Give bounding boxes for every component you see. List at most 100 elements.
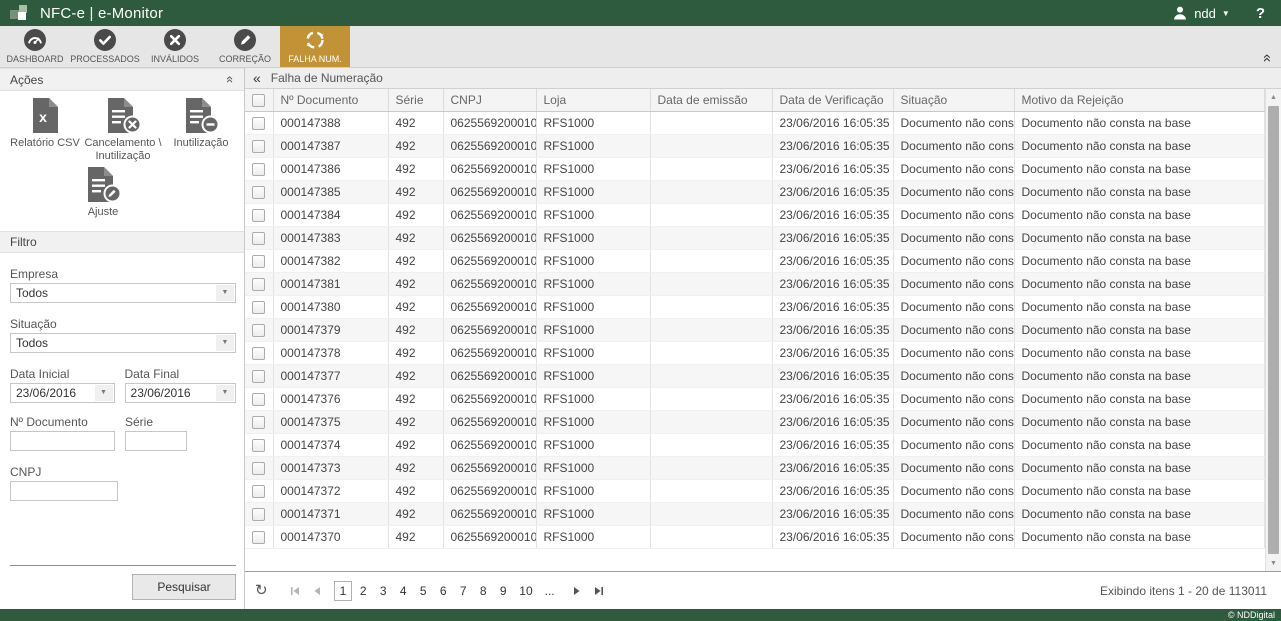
tab-falha-num[interactable]: FALHA NUM. [280,26,350,67]
row-checkbox[interactable] [252,393,265,406]
page-number-button[interactable]: 9 [494,582,512,600]
page-number-button[interactable]: 7 [454,582,472,600]
cell-cnpj: 06255692000103 [443,249,536,272]
pesquisar-button[interactable]: Pesquisar [132,574,236,600]
row-checkbox[interactable] [252,186,265,199]
row-checkbox[interactable] [252,370,265,383]
page-number-button[interactable]: 10 [514,582,537,600]
num-documento-input[interactable] [10,431,115,451]
row-checkbox[interactable] [252,209,265,222]
tab-invalidos[interactable]: INVÁLIDOS [140,26,210,67]
help-button[interactable]: ? [1256,5,1265,22]
table-row[interactable]: 00014738349206255692000103RFS100023/06/2… [245,226,1265,249]
row-checkbox[interactable] [252,439,265,452]
collapse-actions-icon[interactable]: « [223,76,238,83]
serie-input[interactable] [125,431,187,451]
page-number-button[interactable]: 2 [354,582,372,600]
collapse-tabstrip-icon[interactable]: « [1258,54,1276,62]
table-row[interactable]: 00014738549206255692000103RFS100023/06/2… [245,180,1265,203]
tab-processados[interactable]: PROCESSADOS [70,26,140,67]
empresa-label: Empresa [10,267,236,281]
table-row[interactable]: 00014738849206255692000103RFS100023/06/2… [245,111,1265,134]
column-header[interactable]: Loja [536,89,650,111]
column-header[interactable]: Série [388,89,443,111]
row-checkbox[interactable] [252,324,265,337]
vertical-scrollbar[interactable]: ▲ ▼ [1265,89,1281,571]
cancelamento-inutilizacao-button[interactable]: Cancelamento \ Inutilização [84,97,162,162]
tab-correcao[interactable]: CORREÇÃO [210,26,280,67]
check-circle-icon [94,29,116,51]
page-number-button[interactable]: 4 [394,582,412,600]
row-checkbox[interactable] [252,485,265,498]
row-checkbox[interactable] [252,531,265,544]
ajuste-button[interactable]: Ajuste [64,166,142,219]
last-page-button[interactable] [590,582,608,600]
table-row[interactable]: 00014738249206255692000103RFS100023/06/2… [245,249,1265,272]
select-all-checkbox[interactable] [252,94,265,107]
empresa-select[interactable]: Todos ▼ [10,283,236,303]
page-number-button[interactable]: 3 [374,582,392,600]
page-number-button[interactable]: 6 [434,582,452,600]
cell-doc: 000147379 [273,318,388,341]
table-row[interactable]: 00014738749206255692000103RFS100023/06/2… [245,134,1265,157]
row-checkbox[interactable] [252,117,265,130]
row-checkbox[interactable] [252,232,265,245]
table-row[interactable]: 00014737349206255692000103RFS100023/06/2… [245,456,1265,479]
row-checkbox[interactable] [252,255,265,268]
scroll-up-icon[interactable]: ▲ [1266,89,1281,105]
cnpj-input[interactable] [10,481,118,501]
row-checkbox[interactable] [252,278,265,291]
column-header[interactable]: Situação [893,89,1014,111]
table-row[interactable]: 00014737149206255692000103RFS100023/06/2… [245,502,1265,525]
table-row[interactable]: 00014738149206255692000103RFS100023/06/2… [245,272,1265,295]
tab-dashboard[interactable]: DASHBOARD [0,26,70,67]
table-row[interactable]: 00014737749206255692000103RFS100023/06/2… [245,364,1265,387]
row-checkbox[interactable] [252,347,265,360]
cell-verificacao: 23/06/2016 16:05:35 [772,525,893,548]
select-all-header[interactable] [245,89,273,111]
cell-loja: RFS1000 [536,456,650,479]
table-row[interactable]: 00014737449206255692000103RFS100023/06/2… [245,433,1265,456]
column-header[interactable]: Motivo da Rejeição [1014,89,1265,111]
row-checkbox[interactable] [252,462,265,475]
column-header[interactable]: Nº Documento [273,89,388,111]
data-final-picker[interactable]: 23/06/2016 ▼ [125,383,236,403]
table-row[interactable]: 00014738449206255692000103RFS100023/06/2… [245,203,1265,226]
table-row[interactable]: 00014737949206255692000103RFS100023/06/2… [245,318,1265,341]
action-label: Ajuste [88,206,119,219]
chevron-down-icon: ▼ [95,385,113,401]
row-checkbox[interactable] [252,508,265,521]
table-row[interactable]: 00014737849206255692000103RFS100023/06/2… [245,341,1265,364]
table-row[interactable]: 00014738649206255692000103RFS100023/06/2… [245,157,1265,180]
page-number-button[interactable]: 8 [474,582,492,600]
scroll-down-icon[interactable]: ▼ [1266,555,1281,571]
table-row[interactable]: 00014737649206255692000103RFS100023/06/2… [245,387,1265,410]
collapse-sidebar-icon[interactable]: « [253,70,261,86]
first-page-button[interactable] [286,582,304,600]
table-row[interactable]: 00014738049206255692000103RFS100023/06/2… [245,295,1265,318]
cell-doc: 000147378 [273,341,388,364]
next-page-button[interactable] [568,582,586,600]
table-row[interactable]: 00014737049206255692000103RFS100023/06/2… [245,525,1265,548]
row-checkbox[interactable] [252,163,265,176]
row-checkbox[interactable] [252,301,265,314]
inutilizacao-button[interactable]: Inutilização [162,97,240,162]
cell-situacao: Documento não consta na base [893,433,1014,456]
column-header[interactable]: Data de Verificação [772,89,893,111]
refresh-icon[interactable]: ↻ [255,583,268,598]
situacao-select[interactable]: Todos ▼ [10,333,236,353]
page-number-button[interactable]: 5 [414,582,432,600]
user-menu[interactable]: ndd ▼ [1168,5,1234,21]
row-checkbox[interactable] [252,416,265,429]
row-checkbox[interactable] [252,140,265,153]
column-header[interactable]: CNPJ [443,89,536,111]
scrollbar-thumb[interactable] [1268,106,1279,554]
column-header[interactable]: Data de emissão [650,89,772,111]
table-row[interactable]: 00014737249206255692000103RFS100023/06/2… [245,479,1265,502]
cell-situacao: Documento não consta na base [893,341,1014,364]
table-row[interactable]: 00014737549206255692000103RFS100023/06/2… [245,410,1265,433]
prev-page-button[interactable] [308,582,326,600]
page-number-button[interactable]: 1 [334,581,353,601]
relatorio-csv-button[interactable]: x Relatório CSV [6,97,84,162]
data-inicial-picker[interactable]: 23/06/2016 ▼ [10,383,115,403]
